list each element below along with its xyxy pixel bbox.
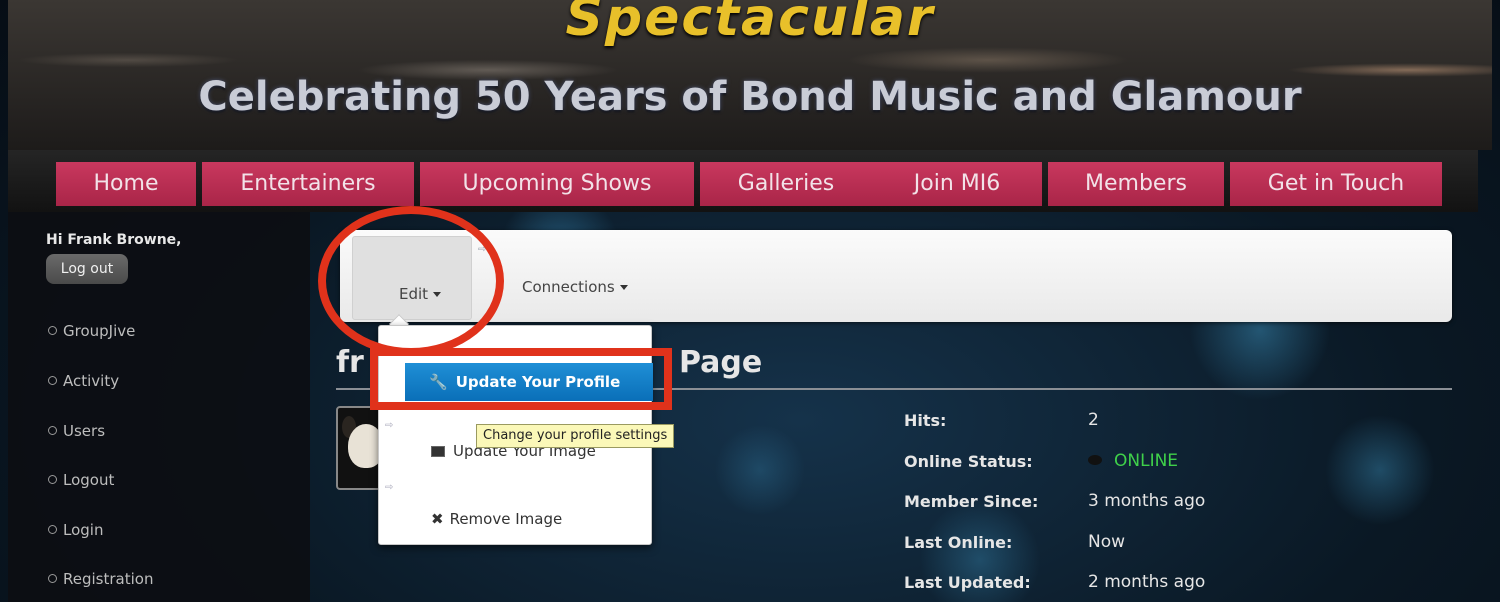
stat-value-last-online: Now (1088, 532, 1126, 552)
arrow-glyph-icon: ⇨ (385, 420, 394, 431)
stat-value-last-updated: 2 months ago (1088, 572, 1206, 592)
close-icon: ✖ (431, 510, 444, 528)
image-icon (431, 446, 445, 457)
status-dot-icon (1088, 455, 1102, 465)
sidebar-item-users[interactable]: Users (48, 422, 105, 440)
nav-item-upcoming-shows[interactable]: Upcoming Shows (420, 162, 694, 206)
stat-label-last-online: Last Online: (904, 533, 1013, 552)
nav-item-join-mi6[interactable]: Join MI6 (872, 162, 1042, 206)
sidebar-item-login[interactable]: Login (48, 521, 103, 539)
sidebar-item-label: Users (63, 422, 106, 440)
sidebar-item-registration[interactable]: Registration (48, 570, 153, 588)
stat-value-member-since: 3 months ago (1088, 491, 1206, 511)
page-title-suffix: Page (679, 345, 763, 380)
highlight-ellipse (318, 206, 504, 356)
bullet-icon (48, 376, 57, 385)
stat-label-online-status: Online Status: (904, 452, 1033, 471)
connections-menu-button[interactable]: Connections (522, 278, 628, 296)
sidebar-item-label: GroupJive (63, 322, 136, 340)
sidebar-item-label: Logout (63, 471, 115, 489)
page: Spectacular Celebrating 50 Years of Bond… (0, 0, 1500, 602)
nav-item-get-in-touch[interactable]: Get in Touch (1230, 162, 1442, 206)
nav-item-home[interactable]: Home (56, 162, 196, 206)
stat-value-online-status: ONLINE (1088, 451, 1178, 471)
sidebar-item-label: Registration (63, 570, 154, 588)
nav-item-members[interactable]: Members (1048, 162, 1224, 206)
profile-toolbar: ⇨ Edit ⇨ Connections (340, 230, 1452, 322)
user-greeting: Hi Frank Browne, (46, 232, 182, 248)
site-subtitle: Celebrating 50 Years of Bond Music and G… (198, 74, 1302, 120)
logout-button[interactable]: Log out (46, 254, 128, 284)
arrow-glyph-icon: ⇨ (385, 482, 394, 493)
sidebar-item-groupjive[interactable]: GroupJive (48, 322, 135, 340)
page-title: fr (336, 345, 364, 380)
main-nav: Home Entertainers Upcoming Shows Galleri… (8, 150, 1478, 212)
nav-item-entertainers[interactable]: Entertainers (202, 162, 414, 206)
header-banner: Spectacular Celebrating 50 Years of Bond… (8, 0, 1492, 150)
bullet-icon (48, 326, 57, 335)
sidebar-item-label: Activity (63, 372, 120, 390)
bullet-icon (48, 525, 57, 534)
tooltip: Change your profile settings (476, 424, 675, 448)
stat-label-member-since: Member Since: (904, 492, 1039, 511)
highlight-rectangle (370, 348, 672, 410)
sidebar: Hi Frank Browne, Log out GroupJive Activ… (8, 212, 310, 602)
sidebar-item-label: Login (63, 521, 104, 539)
sidebar-item-activity[interactable]: Activity (48, 372, 119, 390)
stat-value-hits: 2 (1088, 410, 1099, 430)
chevron-down-icon (619, 285, 628, 290)
stat-label-hits: Hits: (904, 411, 947, 430)
bullet-icon (48, 574, 57, 583)
remove-image-menu-item[interactable]: ✖ Remove Image (431, 510, 641, 528)
sidebar-item-logout[interactable]: Logout (48, 471, 114, 489)
bullet-icon (48, 426, 57, 435)
stat-label-last-updated: Last Updated: (904, 573, 1031, 592)
nav-item-galleries[interactable]: Galleries (700, 162, 872, 206)
site-title: Spectacular (565, 0, 935, 48)
bullet-icon (48, 475, 57, 484)
